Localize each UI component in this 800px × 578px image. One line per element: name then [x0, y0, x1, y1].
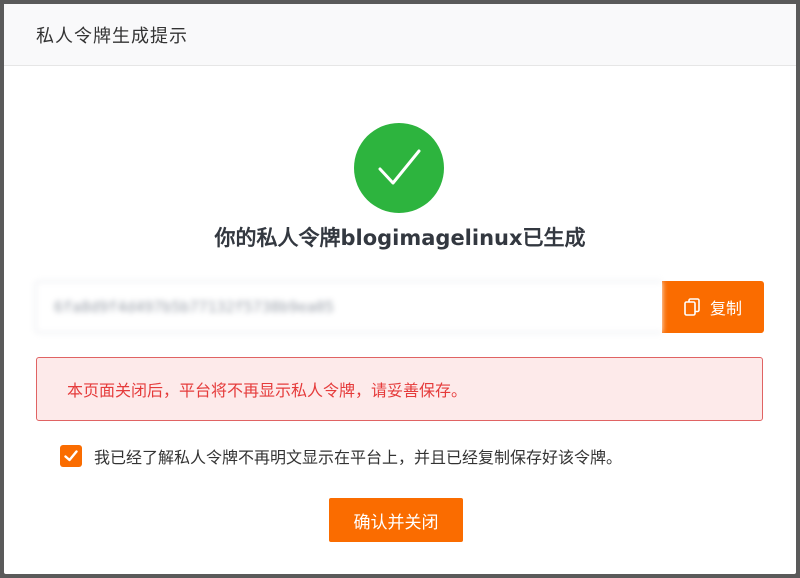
token-field[interactable] [35, 281, 662, 333]
token-generated-dialog: 私人令牌生成提示 你的私人令牌blogimagelinux已生成 复制 本页面关… [4, 4, 796, 574]
success-message: 你的私人令牌blogimagelinux已生成 [214, 226, 586, 250]
token-row: 复制 [35, 281, 764, 333]
acknowledge-checkbox[interactable] [60, 445, 82, 467]
success-check-icon [354, 123, 444, 213]
acknowledge-row: 我已经了解私人令牌不再明文显示在平台上，并且已经复制保存好该令牌。 [60, 444, 622, 468]
copy-button-label: 复制 [709, 299, 742, 318]
dialog-title: 私人令牌生成提示 [36, 25, 188, 47]
dialog-header: 私人令牌生成提示 [4, 4, 796, 66]
check-icon [378, 149, 421, 185]
copy-icon [684, 298, 700, 316]
confirm-close-button[interactable]: 确认并关闭 [329, 498, 463, 542]
copy-button[interactable]: 复制 [662, 281, 764, 333]
checkmark-icon [64, 450, 78, 462]
warning-alert: 本页面关闭后，平台将不再显示私人令牌，请妥善保存。 [36, 357, 763, 421]
warning-text: 本页面关闭后，平台将不再显示私人令牌，请妥善保存。 [67, 381, 468, 400]
acknowledge-label[interactable]: 我已经了解私人令牌不再明文显示在平台上，并且已经复制保存好该令牌。 [94, 444, 622, 468]
